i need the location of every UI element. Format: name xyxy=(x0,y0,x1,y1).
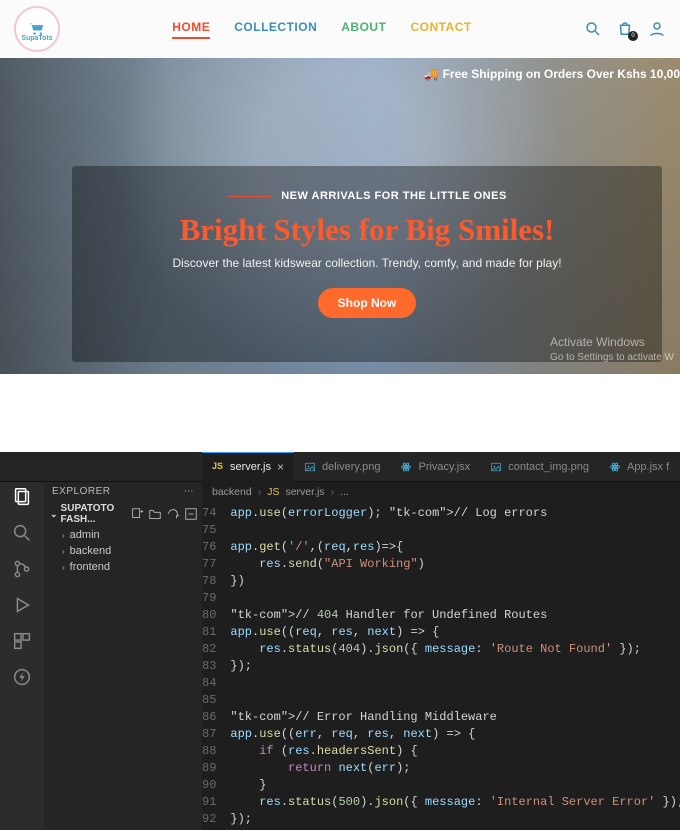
chevron-right-icon: › xyxy=(62,547,65,556)
refresh-icon[interactable] xyxy=(166,507,180,521)
main-nav: HOME COLLECTION ABOUT CONTACT xyxy=(172,20,471,39)
explorer-title: EXPLORER xyxy=(52,486,110,497)
breadcrumb-item[interactable]: ... xyxy=(340,486,349,498)
breadcrumb-item[interactable]: backend xyxy=(212,486,252,498)
header-icons: 0 xyxy=(584,20,666,38)
section-gap xyxy=(0,374,680,452)
breadcrumb-sep: › xyxy=(258,486,262,498)
hero-subline: Discover the latest kidswear collection.… xyxy=(102,256,632,270)
new-file-icon[interactable] xyxy=(130,507,144,521)
folder-frontend[interactable]: › frontend xyxy=(44,559,202,575)
hero-headline: Bright Styles for Big Smiles! xyxy=(102,212,632,248)
breadcrumb-item[interactable]: server.js xyxy=(285,486,324,498)
js-icon: JS xyxy=(212,461,224,473)
line-gutter: 74 75 76 77 78 79 80 81 82 83 84 85 86 8… xyxy=(202,502,224,830)
user-icon[interactable] xyxy=(648,20,666,38)
tab-delivery-png[interactable]: delivery.png xyxy=(294,452,391,482)
project-name: SUPATOTO FASH... xyxy=(61,503,130,525)
code-lines[interactable]: app.use(errorLogger); "tk-com">// Log er… xyxy=(224,502,680,830)
file-tree: › admin › backend › frontend xyxy=(44,527,202,575)
image-icon xyxy=(490,461,502,473)
nav-about[interactable]: ABOUT xyxy=(341,20,386,39)
hero-card: NEW ARRIVALS FOR THE LITTLE ONES Bright … xyxy=(72,166,662,362)
shipping-banner: 🚚 Free Shipping on Orders Over Kshs 10,0… xyxy=(424,67,680,81)
run-debug-icon[interactable] xyxy=(11,594,33,616)
chevron-right-icon: › xyxy=(62,563,65,572)
explorer-icon[interactable] xyxy=(11,486,33,508)
hero-tagline: NEW ARRIVALS FOR THE LITTLE ONES xyxy=(281,190,507,202)
source-control-icon[interactable] xyxy=(11,558,33,580)
react-icon xyxy=(609,461,621,473)
activate-title: Activate Windows xyxy=(550,335,674,351)
hero-tagline-row: NEW ARRIVALS FOR THE LITTLE ONES xyxy=(102,190,632,202)
editor-tabs: JS server.js × delivery.png Privacy.jsx conta… xyxy=(0,452,680,482)
tab-label: delivery.png xyxy=(322,461,381,473)
image-icon xyxy=(304,461,316,473)
activity-bar xyxy=(0,482,44,830)
project-root[interactable]: ⌄SUPATOTO FASH... xyxy=(44,501,202,527)
vscode-window: JSserver.js×delivery.pngPrivacy.jsxconta… xyxy=(0,452,680,830)
shop-now-button[interactable]: Shop Now xyxy=(318,288,417,318)
js-icon: JS xyxy=(267,486,279,498)
logo-text: SupaTots xyxy=(21,35,52,42)
tab-label: Privacy.jsx xyxy=(418,461,470,473)
editor-area: backend › JS server.js › ... 74 75 76 77… xyxy=(202,482,680,830)
code-editor[interactable]: 74 75 76 77 78 79 80 81 82 83 84 85 86 8… xyxy=(202,502,680,830)
react-icon xyxy=(400,461,412,473)
folder-admin[interactable]: › admin xyxy=(44,527,202,543)
tab-label: server.js xyxy=(230,461,271,473)
chevron-down-icon: ⌄ xyxy=(50,509,58,520)
tab-server-js[interactable]: JS server.js × xyxy=(202,452,294,482)
tab-App-jsx-f[interactable]: App.jsx f xyxy=(599,452,679,482)
nav-collection[interactable]: COLLECTION xyxy=(234,20,317,39)
explorer-more-icon[interactable]: ⋯ xyxy=(184,486,195,497)
folder-label: admin xyxy=(70,529,100,541)
folder-label: frontend xyxy=(70,561,110,573)
cart-icon xyxy=(27,22,47,36)
tab-label: contact_img.png xyxy=(508,461,589,473)
folder-label: backend xyxy=(70,545,112,557)
website-section: SupaTots HOME COLLECTION ABOUT CONTACT 0… xyxy=(0,0,680,374)
tab-contact_img-png[interactable]: contact_img.png xyxy=(480,452,599,482)
breadcrumbs[interactable]: backend › JS server.js › ... xyxy=(202,482,680,502)
collapse-icon[interactable] xyxy=(184,507,198,521)
explorer-panel: EXPLORER ⋯ ⌄SUPATOTO FASH... › admin › back… xyxy=(44,482,202,830)
new-folder-icon[interactable] xyxy=(148,507,162,521)
chevron-right-icon: › xyxy=(62,531,65,540)
tagline-divider xyxy=(227,196,271,197)
cart-badge: 0 xyxy=(628,31,638,41)
nav-contact[interactable]: CONTACT xyxy=(410,20,471,39)
thunder-icon[interactable] xyxy=(11,666,33,688)
hero-banner: 🚚 Free Shipping on Orders Over Kshs 10,0… xyxy=(0,58,680,374)
folder-backend[interactable]: › backend xyxy=(44,543,202,559)
nav-home[interactable]: HOME xyxy=(172,20,210,39)
search-icon[interactable] xyxy=(584,20,602,38)
site-logo[interactable]: SupaTots xyxy=(14,6,60,52)
activate-windows-watermark: Activate Windows Go to Settings to activ… xyxy=(550,335,674,364)
breadcrumb-sep: › xyxy=(331,486,335,498)
tab-label: App.jsx f xyxy=(627,461,669,473)
tab-Privacy-jsx[interactable]: Privacy.jsx xyxy=(390,452,480,482)
activate-sub: Go to Settings to activate W xyxy=(550,351,674,364)
site-header: SupaTots HOME COLLECTION ABOUT CONTACT 0 xyxy=(0,0,680,58)
extensions-icon[interactable] xyxy=(11,630,33,652)
close-icon[interactable]: × xyxy=(277,460,284,474)
search-activity-icon[interactable] xyxy=(11,522,33,544)
cart-button[interactable]: 0 xyxy=(616,20,634,38)
